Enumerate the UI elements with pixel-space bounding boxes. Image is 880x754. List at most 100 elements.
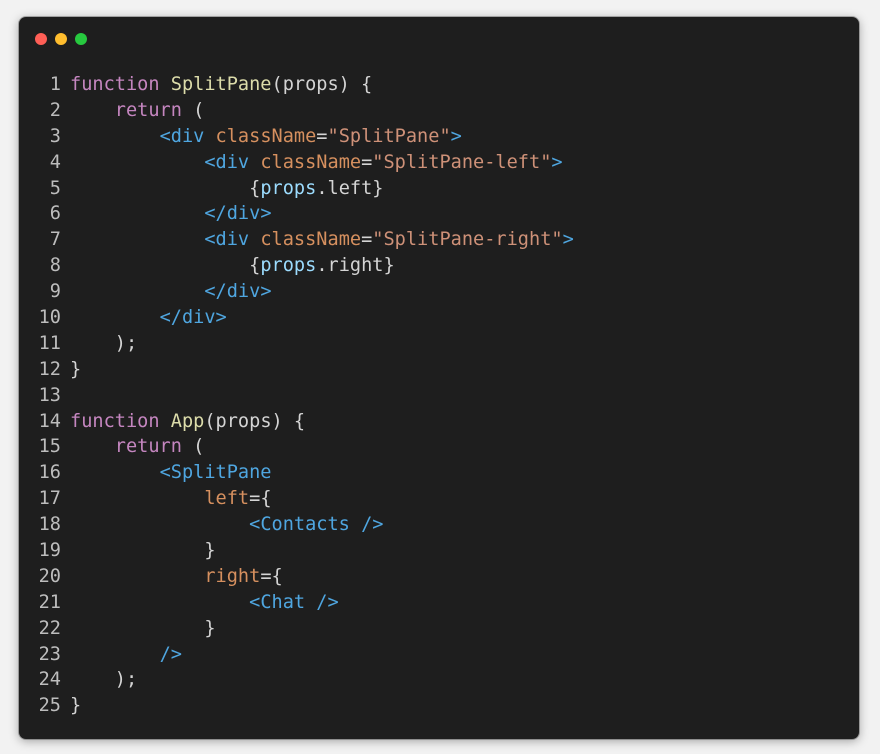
code-line: 9 </div> bbox=[19, 279, 574, 305]
line-number: 11 bbox=[38, 332, 61, 354]
line-number: 2 bbox=[49, 99, 61, 121]
code-token: props bbox=[260, 177, 317, 199]
line-content: </div> bbox=[70, 305, 227, 331]
line-content: right={ bbox=[70, 564, 282, 590]
code-token: ( bbox=[181, 436, 205, 458]
code-token: } bbox=[70, 540, 216, 562]
code-token: (props) { bbox=[204, 410, 306, 432]
line-number: 4 bbox=[49, 151, 61, 173]
line-number: 7 bbox=[49, 229, 61, 251]
line-number: 15 bbox=[38, 436, 61, 458]
code-window: 1 function SplitPane(props) {2 return (3 … bbox=[19, 17, 859, 739]
code-token: App bbox=[170, 410, 205, 432]
line-number: 17 bbox=[38, 488, 61, 510]
code-token: /> bbox=[159, 643, 182, 665]
line-number: 9 bbox=[49, 281, 61, 303]
code-line: 8 {props.right} bbox=[19, 253, 574, 279]
code-token: { bbox=[249, 177, 261, 199]
code-line: 24 ); bbox=[19, 667, 574, 693]
line-content: function App(props) { bbox=[70, 409, 305, 435]
code-line: 25} bbox=[19, 693, 574, 719]
line-content: ); bbox=[70, 331, 137, 357]
code-line: 22 } bbox=[19, 616, 574, 642]
line-content: </div> bbox=[70, 279, 272, 305]
line-content: return ( bbox=[70, 98, 205, 124]
code-token: </div> bbox=[204, 281, 272, 303]
code-token: </div> bbox=[204, 203, 272, 225]
code-line: 4 <div className="SplitPane-left"> bbox=[19, 150, 574, 176]
line-number: 16 bbox=[38, 462, 61, 484]
code-token: } bbox=[70, 695, 82, 717]
code-token: ); bbox=[70, 669, 138, 691]
code-line: 6 </div> bbox=[19, 201, 574, 227]
code-token: ( bbox=[181, 99, 205, 121]
code-token: left bbox=[204, 488, 250, 510]
line-number: 12 bbox=[38, 358, 61, 380]
code-token: </div> bbox=[159, 307, 227, 329]
line-content: ); bbox=[70, 667, 137, 693]
line-number: 13 bbox=[38, 384, 61, 406]
code-editor[interactable]: 1 function SplitPane(props) {2 return (3 … bbox=[19, 72, 574, 719]
line-content: {props.left} bbox=[70, 176, 383, 202]
code-line: 14 function App(props) { bbox=[19, 409, 574, 435]
code-line: 10 </div> bbox=[19, 305, 574, 331]
code-token: .left} bbox=[316, 177, 384, 199]
code-token: (props) { bbox=[271, 74, 373, 95]
code-token: className bbox=[260, 229, 362, 251]
code-line: 18 <Contacts /> bbox=[19, 512, 574, 538]
line-content: /> bbox=[70, 642, 182, 668]
code-token: className bbox=[215, 125, 317, 147]
code-token: props bbox=[260, 255, 317, 277]
code-line: 15 return ( bbox=[19, 434, 574, 460]
code-line: 20 right={ bbox=[19, 564, 574, 590]
line-content: } bbox=[70, 357, 81, 383]
code-token: <SplitPane bbox=[159, 462, 272, 484]
code-token: ); bbox=[70, 332, 138, 354]
close-button[interactable] bbox=[35, 33, 47, 45]
code-token: className bbox=[260, 151, 362, 173]
line-content: <div className="SplitPane"> bbox=[70, 124, 462, 150]
code-token: = bbox=[361, 151, 373, 173]
code-token: "SplitPane-left" bbox=[372, 151, 552, 173]
code-line: 5 {props.left} bbox=[19, 176, 574, 202]
line-number: 14 bbox=[38, 410, 61, 432]
code-line: 2 return ( bbox=[19, 98, 574, 124]
code-line: 23 /> bbox=[19, 642, 574, 668]
code-token: > bbox=[551, 151, 563, 173]
line-number: 22 bbox=[38, 617, 61, 639]
line-content: } bbox=[70, 538, 216, 564]
zoom-button[interactable] bbox=[75, 33, 87, 45]
line-number: 18 bbox=[38, 514, 61, 536]
code-token: <Contacts /> bbox=[249, 514, 384, 536]
code-token: <div bbox=[159, 125, 205, 147]
code-line: 19 } bbox=[19, 538, 574, 564]
code-line: 13 bbox=[19, 383, 574, 409]
code-token: = bbox=[361, 229, 373, 251]
line-number: 1 bbox=[49, 74, 61, 95]
code-token: <div bbox=[204, 229, 250, 251]
line-number: 6 bbox=[49, 203, 61, 225]
line-number: 25 bbox=[38, 695, 61, 717]
minimize-button[interactable] bbox=[55, 33, 67, 45]
line-number: 24 bbox=[38, 669, 61, 691]
line-number: 10 bbox=[38, 307, 61, 329]
code-token: <Chat /> bbox=[249, 591, 339, 613]
code-token: > bbox=[450, 125, 462, 147]
line-content: function SplitPane(props) { bbox=[70, 72, 372, 98]
line-number: 21 bbox=[38, 591, 61, 613]
window-controls bbox=[35, 33, 87, 45]
code-line: 16 <SplitPane bbox=[19, 460, 574, 486]
line-number: 23 bbox=[38, 643, 61, 665]
code-token: "SplitPane" bbox=[327, 125, 451, 147]
